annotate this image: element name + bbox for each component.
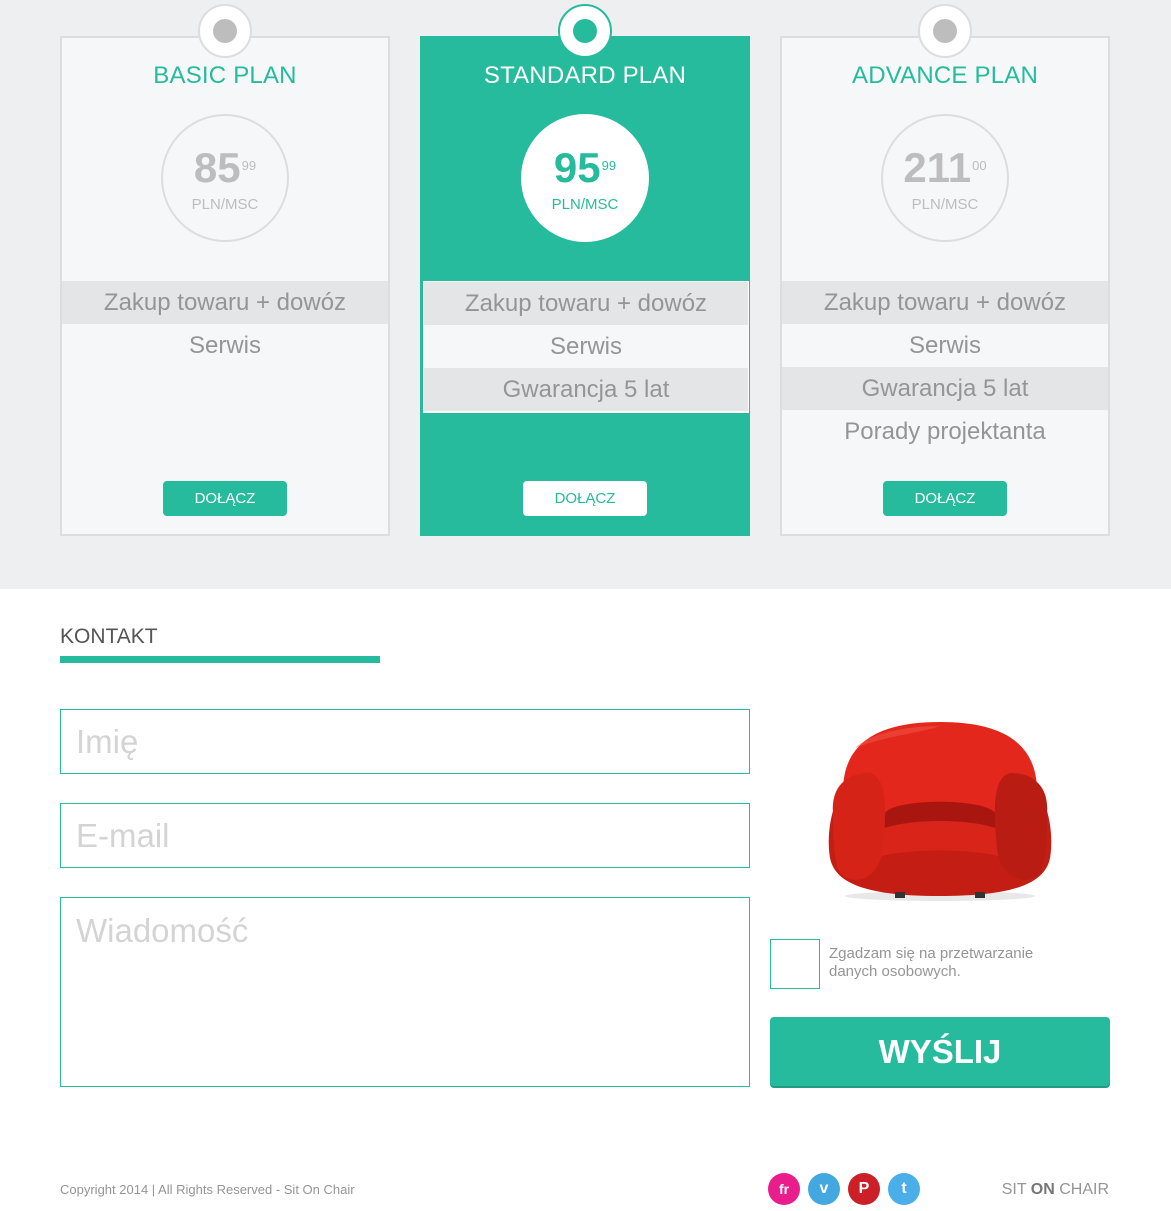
copyright-text: Copyright 2014 | All Rights Reserved - S… [60,1182,355,1197]
price-unit: PLN/MSC [551,196,619,213]
brand-part: SIT [1001,1181,1027,1198]
email-input[interactable] [60,803,750,868]
price-circle: 9599 PLN/MSC [521,114,649,242]
feature-item: Gwarancja 5 lat [424,368,748,411]
price: 8599 [163,146,287,190]
plan-title: ADVANCE PLAN [851,62,1038,89]
twitter-icon[interactable]: t [888,1173,920,1205]
vimeo-icon[interactable]: v [808,1173,840,1205]
message-textarea[interactable] [60,897,750,1087]
consent-label: Zgadzam się na przetwarzanie danych osob… [829,945,1034,980]
brand-logo: SIT ON CHAIR [1002,1181,1109,1199]
price-cents: 00 [972,158,987,173]
price-amount: 95 [553,144,601,191]
pricing-section: BASIC PLAN 8599 PLN/MSC Zakup towaru + d… [0,0,1171,589]
feature-item: Gwarancja 5 lat [782,367,1108,410]
price-circle: 21100 PLN/MSC [881,114,1009,242]
brand-part: CHAIR [1059,1181,1109,1198]
price-cents: 99 [241,158,257,173]
price-unit: PLN/MSC [911,196,979,213]
send-button[interactable]: WYŚLIJ [770,1017,1110,1086]
feature-item: Serwis [62,324,388,367]
flickr-icon[interactable]: fr [768,1173,800,1205]
armchair-image [828,722,1052,901]
feature-item: Serwis [424,325,748,368]
price-amount: 85 [193,144,241,191]
price-cents: 99 [601,158,617,173]
feature-item: Zakup towaru + dowóz [782,281,1108,324]
join-button[interactable]: DOŁĄCZ [523,481,647,516]
price-circle: 8599 PLN/MSC [161,114,289,242]
plan-radio[interactable] [558,4,612,58]
name-input[interactable] [60,709,750,774]
price-unit: PLN/MSC [191,196,259,213]
plan-radio[interactable] [918,4,972,58]
feature-list: Zakup towaru + dowóz Serwis Gwarancja 5 … [782,281,1108,453]
feature-item: Zakup towaru + dowóz [62,281,388,324]
join-button[interactable]: DOŁĄCZ [163,481,287,516]
brand-part-bold: ON [1030,1181,1055,1198]
contact-title: KONTAKT [60,625,158,648]
plan-advance: ADVANCE PLAN 21100 PLN/MSC Zakup towaru … [780,4,1110,536]
feature-item: Porady projektanta [782,410,1108,453]
plan-title: STANDARD PLAN [483,62,687,89]
feature-item: Zakup towaru + dowóz [424,282,748,325]
title-underline [60,656,380,663]
plan-title: BASIC PLAN [153,62,297,89]
price: 21100 [883,146,1007,190]
feature-list: Zakup towaru + dowóz Serwis [62,281,388,367]
plan-basic: BASIC PLAN 8599 PLN/MSC Zakup towaru + d… [60,4,390,536]
pinterest-icon[interactable]: P [848,1173,880,1205]
feature-item: Serwis [782,324,1108,367]
consent-checkbox[interactable] [770,939,820,989]
price-amount: 211 [903,144,972,191]
plan-radio[interactable] [198,4,252,58]
feature-list: Zakup towaru + dowóz Serwis Gwarancja 5 … [423,281,749,413]
join-button[interactable]: DOŁĄCZ [883,481,1007,516]
plan-standard: STANDARD PLAN 9599 PLN/MSC Zakup towaru … [420,4,750,536]
price: 9599 [523,146,647,190]
